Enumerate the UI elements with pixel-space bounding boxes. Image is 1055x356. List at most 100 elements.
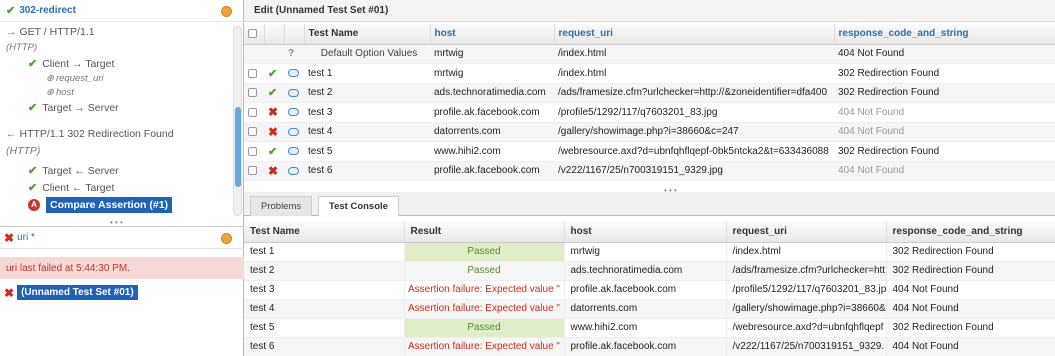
- options-icon[interactable]: [221, 233, 232, 244]
- console-header-result[interactable]: Result: [404, 222, 565, 243]
- row-host[interactable]: www.hihi2.com: [430, 141, 554, 162]
- tree-item-target-server[interactable]: ✔ Target → Server: [28, 101, 119, 115]
- default-values-row[interactable]: ? Default Option Values mrtwig /index.ht…: [244, 44, 1055, 64]
- test-console-table: Test Name Result host request_uri respon…: [244, 222, 1055, 356]
- row-response[interactable]: 404 Not Found: [834, 161, 1055, 181]
- row-response[interactable]: 302 Redirection Found: [834, 83, 1055, 103]
- table-row[interactable]: ✖ test 6 profile.ak.facebook.com/v222/1167…: [244, 161, 1055, 181]
- console-row[interactable]: test 1 Passed mrtwig/index.html 302 Redirec…: [244, 242, 1055, 262]
- row-response[interactable]: 404 Not Found: [834, 122, 1055, 142]
- table-row[interactable]: ✖ test 3 profile.ak.facebook.com/profile5/…: [244, 102, 1055, 123]
- console-header-request-uri[interactable]: request_uri: [726, 222, 887, 243]
- row-checkbox-cell[interactable]: [244, 83, 264, 103]
- console-row[interactable]: test 2 Passed ads.technoratimedia.com/ads/…: [244, 261, 1055, 281]
- tree-item-compare-assertion[interactable]: A Compare Assertion (#1): [28, 197, 173, 213]
- row-checkbox[interactable]: [248, 88, 257, 98]
- console-result[interactable]: Passed: [404, 318, 565, 338]
- console-header-response[interactable]: response_code_and_string: [886, 222, 1055, 243]
- row-response[interactable]: 302 Redirection Found: [834, 63, 1055, 84]
- row-host[interactable]: ads.technoratimedia.com: [430, 83, 554, 103]
- console-header-host[interactable]: host: [564, 222, 727, 243]
- console-result[interactable]: Assertion failure: Expected value ": [404, 299, 565, 319]
- row-name[interactable]: test 2: [304, 83, 430, 103]
- circle-plus-icon: ⊕: [46, 87, 54, 98]
- row-checkbox-cell[interactable]: [244, 122, 264, 142]
- test-set-item[interactable]: ✖ (Unnamed Test Set #01): [4, 285, 138, 300]
- column-header-test-name[interactable]: Test Name: [304, 24, 431, 45]
- message-icon: [288, 69, 299, 78]
- row-uri[interactable]: /ads/framesize.cfm?urlchecker=http://&zo…: [554, 83, 834, 103]
- row-uri[interactable]: /index.html: [554, 63, 834, 84]
- row-uri[interactable]: /gallery/showimage.php?i=38660&c=247: [554, 122, 834, 142]
- row-response[interactable]: 404 Not Found: [834, 102, 1055, 123]
- options-icon[interactable]: [221, 6, 232, 17]
- tree-scrollbar[interactable]: [233, 26, 242, 216]
- question-icon: ?: [288, 48, 295, 60]
- select-all-checkbox[interactable]: [248, 29, 257, 39]
- table-row[interactable]: ✔ test 2 ads.technoratimedia.com/ads/frame…: [244, 83, 1055, 103]
- tree-item-client-target[interactable]: ✔ Client → Target: [28, 57, 114, 71]
- console-row[interactable]: test 5 Passed www.hihi2.com/webresource.ax…: [244, 318, 1055, 338]
- tree-header[interactable]: ✔ 302-redirect: [0, 0, 244, 22]
- console-row[interactable]: test 4 Assertion failure: Expected value …: [244, 299, 1055, 319]
- message-icon: [288, 88, 299, 97]
- row-checkbox-cell[interactable]: [244, 141, 264, 162]
- row-name[interactable]: test 1: [304, 63, 430, 84]
- column-header-request-uri[interactable]: request_uri: [554, 24, 835, 45]
- console-row[interactable]: test 3 Assertion failure: Expected value …: [244, 280, 1055, 300]
- row-checkbox[interactable]: [248, 166, 257, 176]
- row-uri[interactable]: /webresource.axd?d=ubnfqhflqepf-0bk5ntck…: [554, 141, 834, 162]
- tree-scrollbar-thumb[interactable]: [235, 107, 241, 187]
- console-result[interactable]: Assertion failure: Expected value ": [404, 280, 565, 300]
- tree-item-client-target-back[interactable]: ✔ Client ← Target: [28, 181, 114, 195]
- console-result[interactable]: Passed: [404, 242, 565, 262]
- default-row-response[interactable]: 404 Not Found: [834, 44, 1055, 64]
- console-host: profile.ak.facebook.com: [564, 280, 727, 300]
- table-row[interactable]: ✔ test 1 mrtwig/index.html 302 Redirection …: [244, 63, 1055, 84]
- console-response: 302 Redirection Found: [886, 261, 1055, 281]
- row-checkbox-cell[interactable]: [244, 63, 264, 84]
- row-response[interactable]: 302 Redirection Found: [834, 141, 1055, 162]
- console-test-name: test 6: [244, 337, 405, 356]
- help-cell: ?: [284, 44, 304, 64]
- table-row[interactable]: ✔ test 5 www.hihi2.com/webresource.axd?d=u…: [244, 141, 1055, 162]
- tree-item-response[interactable]: ← HTTP/1.1 302 Redirection Found: [6, 128, 174, 140]
- row-host[interactable]: mrtwig: [430, 63, 554, 84]
- select-all-column[interactable]: [244, 24, 265, 45]
- fail-x-icon: ✖: [268, 124, 279, 139]
- row-name[interactable]: test 4: [304, 122, 430, 142]
- row-type-cell: [284, 141, 304, 162]
- tree-item-request[interactable]: → GET / HTTP/1.1: [6, 26, 95, 38]
- status-header[interactable]: ✖ uri *: [0, 227, 244, 249]
- table-row[interactable]: ✖ test 4 datorrents.com/gallery/showimage.…: [244, 122, 1055, 142]
- default-row-uri[interactable]: /index.html: [554, 44, 834, 64]
- tab-problems[interactable]: Problems: [250, 196, 313, 216]
- console-test-name: test 1: [244, 242, 405, 262]
- console-row[interactable]: test 6 Assertion failure: Expected value …: [244, 337, 1055, 356]
- row-checkbox-cell[interactable]: [244, 161, 264, 181]
- row-uri[interactable]: /v222/1167/25/n700319151_9329.jpg: [554, 161, 834, 181]
- tree-item-target-server-back[interactable]: ✔ Target ← Server: [28, 164, 119, 178]
- row-uri[interactable]: /profile5/1292/117/q7603201_83.jpg: [554, 102, 834, 123]
- row-host[interactable]: profile.ak.facebook.com: [430, 161, 554, 181]
- row-checkbox[interactable]: [248, 107, 257, 117]
- row-host[interactable]: datorrents.com: [430, 122, 554, 142]
- console-result[interactable]: Assertion failure: Expected value ": [404, 337, 565, 356]
- row-checkbox[interactable]: [248, 146, 257, 156]
- row-checkbox[interactable]: [248, 127, 257, 137]
- row-checkbox-cell[interactable]: [244, 102, 264, 123]
- tree-item-request-uri[interactable]: ⊕ request_uri: [46, 73, 104, 84]
- row-name[interactable]: test 3: [304, 102, 430, 123]
- row-name[interactable]: test 5: [304, 141, 430, 162]
- default-row-host[interactable]: mrtwig: [430, 44, 554, 64]
- column-header-response[interactable]: response_code_and_string: [834, 24, 1055, 45]
- row-name[interactable]: test 6: [304, 161, 430, 181]
- tab-test-console[interactable]: Test Console: [318, 196, 399, 216]
- tree-item-host[interactable]: ⊕ host: [46, 87, 74, 98]
- column-header-host[interactable]: host: [430, 24, 555, 45]
- row-checkbox[interactable]: [248, 68, 257, 78]
- row-status-cell: ✔: [264, 63, 284, 84]
- row-host[interactable]: profile.ak.facebook.com: [430, 102, 554, 123]
- console-header-test-name[interactable]: Test Name: [244, 222, 405, 243]
- console-result[interactable]: Passed: [404, 261, 565, 281]
